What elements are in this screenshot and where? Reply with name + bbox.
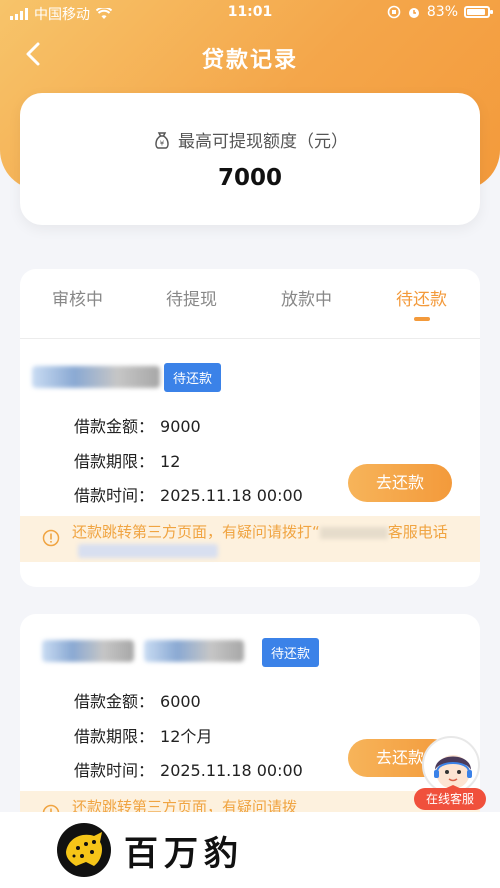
status-badge: 待还款 [164,363,222,392]
notice-text-end: 客服电话 [387,523,448,541]
status-badge: 待还款 [262,638,320,667]
repay-button[interactable]: 去还款 [348,464,452,502]
tab-label: 待还款 [396,290,447,310]
online-service-button[interactable]: 在线客服 [414,736,486,812]
tab-bar: 审核中 待提现 放款中 待还款 [20,269,480,339]
quota-card: ¥ 最高可提现额度（元） 7000 [20,93,480,225]
redacted-phone [78,544,218,558]
tab-label: 审核中 [52,290,103,310]
field-label: 借款时间： [74,486,155,505]
time-row: 借款时间： 2025.11.18 00:00 [74,757,303,781]
tab-indicator [413,317,430,321]
svg-text:¥: ¥ [160,139,165,147]
redacted-product-name [144,640,244,662]
brand-name: 百万豹 [124,834,244,874]
field-label: 借款时间： [74,761,155,780]
tab-label: 放款中 [281,290,332,310]
loan-card: 待还款 借款金额： 6000 借款期限： 12个月 借款时间： 2025.11.18 … [20,614,480,834]
tab-disbursing[interactable]: 放款中 [281,285,332,310]
term-row: 借款期限： 12 [74,448,180,472]
amount-row: 借款金额： 6000 [74,688,201,712]
orientation-lock-icon [387,5,401,19]
service-label: 在线客服 [414,788,486,810]
info-icon [42,529,60,547]
leopard-logo-icon [57,823,111,877]
nav-bar: 贷款记录 [0,34,500,78]
notice-bar: 还款跳转第三方页面，有疑问请拨打“ 客服电话 [20,516,480,562]
time-value: 2025.11.18 00:00 [160,761,303,780]
term-value: 12个月 [160,727,213,746]
field-label: 借款期限： [74,452,155,471]
time-value: 2025.11.18 00:00 [160,486,303,505]
battery-icon [464,6,493,18]
tab-label: 待提现 [166,290,217,310]
brand-footer: 百万豹 [0,812,500,888]
alarm-icon [408,8,419,18]
field-label: 借款金额： [74,692,155,711]
term-value: 12 [160,452,181,471]
notice-text-start: 还款跳转第三方页面，有疑问请拨打“ [72,523,320,541]
field-label: 借款金额： [74,417,155,436]
time-row: 借款时间： 2025.11.18 00:00 [74,482,303,506]
loan-card: 待还款 借款金额： 9000 借款期限： 12 借款时间： 2025.11.18 00… [20,339,480,587]
amount-row: 借款金额： 9000 [74,413,201,437]
service-agent-avatar [422,736,480,794]
money-bag-icon: ¥ [155,131,169,149]
notice-text: 还款跳转第三方页面，有疑问请拨打“ 客服电话 [72,521,472,542]
quota-value: 7000 [217,165,282,191]
redacted-product-name [42,640,134,662]
page-title: 贷款记录 [201,48,298,73]
amount-value: 9000 [160,417,201,436]
tab-pending-withdraw[interactable]: 待提现 [166,285,217,310]
status-bar: 中国移动 11:01 83% [0,0,500,26]
redacted-product-name [32,366,160,388]
battery-percent: 83% [426,4,458,20]
field-label: 借款期限： [74,727,155,746]
amount-value: 6000 [160,692,201,711]
term-row: 借款期限： 12个月 [74,723,212,747]
tab-reviewing[interactable]: 审核中 [52,285,103,310]
tab-pending-repay[interactable]: 待还款 [396,285,447,321]
quota-label: 最高可提现额度（元） [178,132,348,152]
